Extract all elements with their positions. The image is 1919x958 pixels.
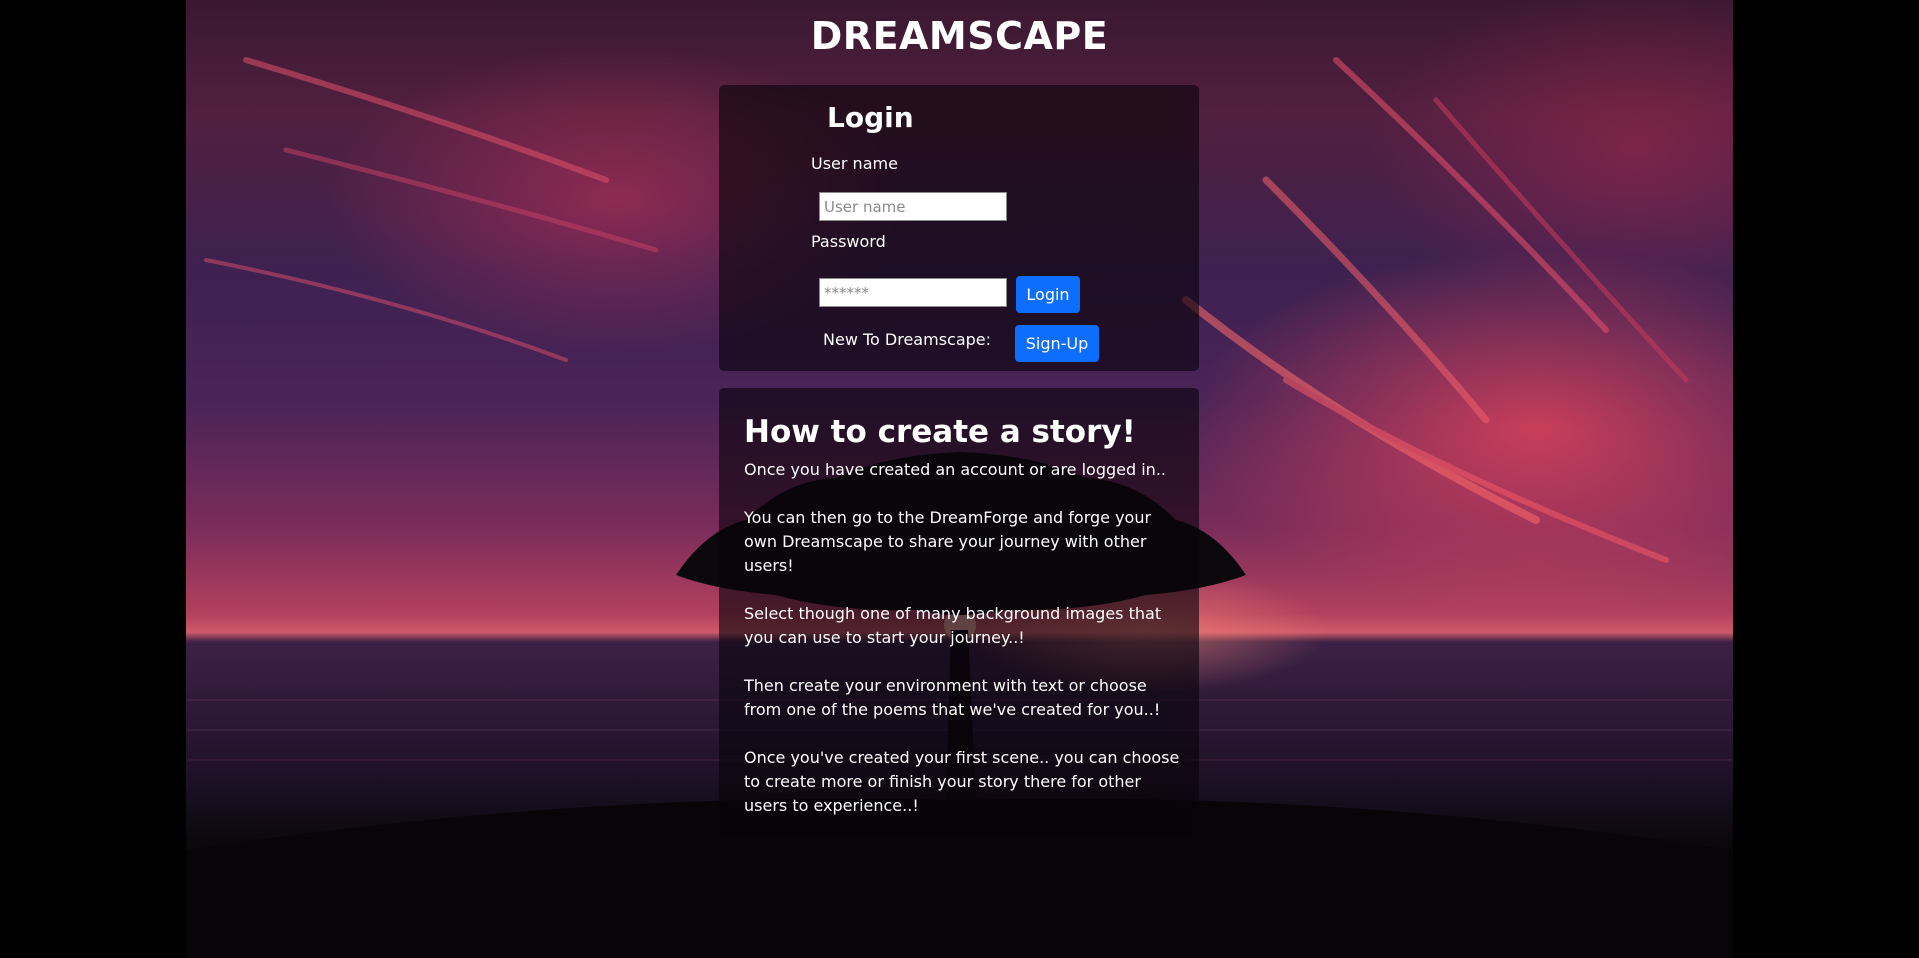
password-label: Password [811, 232, 886, 251]
story-panel: How to create a story! Once you have cre… [719, 388, 1199, 835]
story-paragraph: Once you've created your first scene.. y… [744, 748, 1180, 815]
story-paragraph: Then create your environment with text o… [744, 676, 1161, 719]
signup-button[interactable]: Sign-Up [1015, 325, 1099, 362]
username-label: User name [811, 154, 898, 173]
story-paragraph: Select though one of many background ima… [744, 604, 1162, 647]
story-paragraph: Once you have created an account or are … [744, 460, 1166, 479]
username-input[interactable] [819, 192, 1007, 221]
new-user-text: New To Dreamscape: [823, 330, 992, 349]
password-input[interactable] [819, 278, 1007, 307]
story-paragraph: You can then go to the DreamForge and fo… [744, 508, 1152, 575]
login-heading: Login [827, 101, 914, 134]
site-title: DREAMSCAPE [810, 14, 1109, 58]
story-heading: How to create a story! [744, 414, 1136, 450]
login-button[interactable]: Login [1016, 276, 1080, 313]
story-instructions: Once you have created an account or are … [744, 458, 1184, 842]
login-panel: Login User name Password Login New To Dr… [719, 85, 1199, 371]
